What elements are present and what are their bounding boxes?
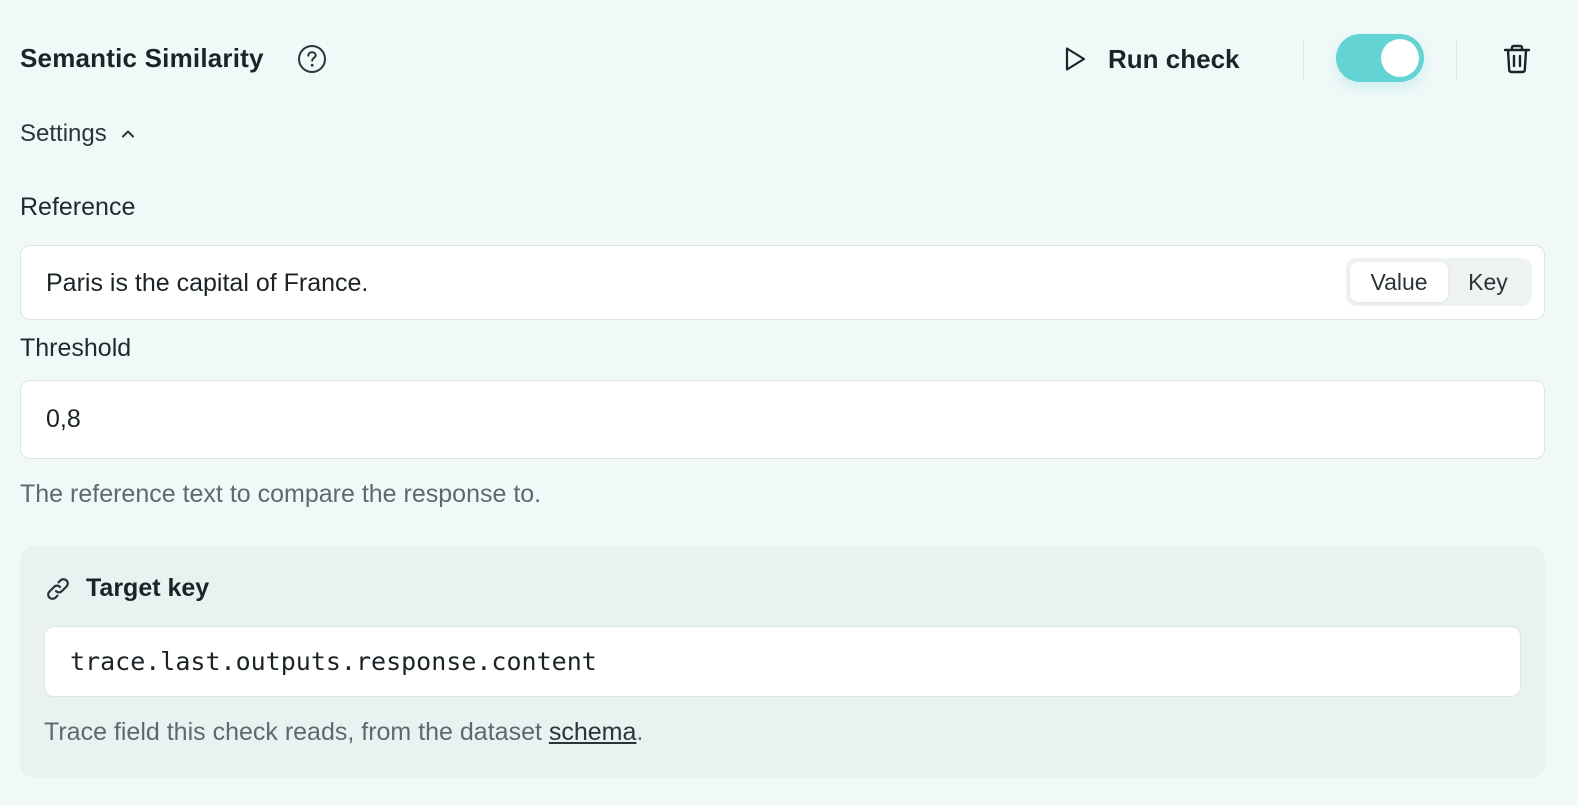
threshold-value: 0,8 — [46, 405, 81, 433]
toggle-knob — [1381, 39, 1419, 77]
run-check-label: Run check — [1108, 43, 1240, 74]
chevron-up-icon — [121, 130, 134, 138]
reference-hint: The reference text to compare the respon… — [20, 480, 542, 508]
mode-key-option[interactable]: Key — [1448, 262, 1528, 302]
target-key-hint-suffix: . — [636, 718, 644, 746]
help-circle-icon[interactable] — [296, 43, 328, 75]
header-divider — [1456, 38, 1457, 80]
check-title: Semantic Similarity — [20, 43, 264, 73]
check-panel: Semantic Similarity Run check Settings R… — [0, 0, 1578, 806]
run-check-button[interactable]: Run check — [1060, 38, 1240, 80]
target-key-card: Target key trace.last.outputs.response.c… — [20, 546, 1545, 778]
threshold-label: Threshold — [20, 334, 132, 362]
mode-value-option[interactable]: Value — [1350, 262, 1448, 302]
target-key-hint: Trace field this check reads, from the d… — [44, 718, 643, 747]
target-key-input[interactable]: trace.last.outputs.response.content — [44, 626, 1521, 697]
link-icon — [47, 577, 69, 600]
play-icon — [1065, 47, 1086, 71]
enable-toggle[interactable] — [1336, 34, 1424, 82]
reference-value: Paris is the capital of France. — [46, 269, 369, 297]
reference-input[interactable]: Paris is the capital of France. Value Ke… — [20, 245, 1545, 320]
target-key-hint-text: Trace field this check reads, from the d… — [44, 718, 549, 746]
trash-icon[interactable] — [1500, 42, 1534, 76]
schema-link[interactable]: schema — [549, 718, 637, 746]
settings-label: Settings — [20, 120, 107, 147]
target-key-value: trace.last.outputs.response.content — [70, 647, 597, 676]
check-header: Semantic Similarity Run check — [20, 34, 1558, 84]
target-key-title: Target key — [86, 574, 210, 602]
reference-label: Reference — [20, 193, 136, 221]
settings-toggle[interactable]: Settings — [20, 120, 137, 148]
target-key-header: Target key — [44, 574, 209, 603]
threshold-input[interactable]: 0,8 — [20, 380, 1545, 459]
reference-mode-switch: Value Key — [1346, 258, 1532, 306]
header-divider — [1303, 38, 1304, 80]
